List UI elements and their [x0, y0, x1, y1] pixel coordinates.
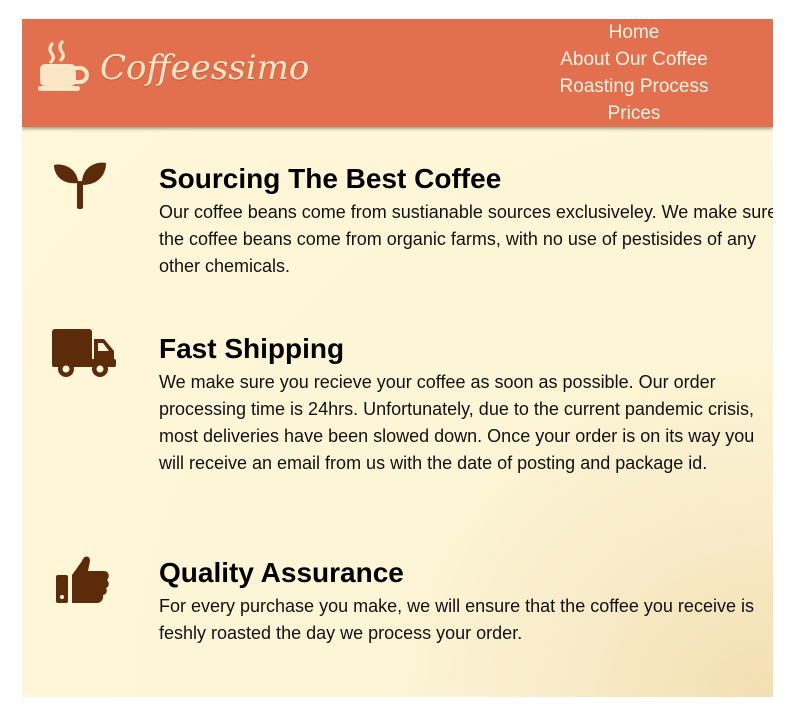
- feature-text: For every purchase you make, we will ens…: [159, 596, 754, 643]
- feature-title: Fast Shipping: [159, 333, 345, 364]
- brand-name: Coffeessimo: [100, 48, 310, 88]
- feature-title: Quality Assurance: [159, 557, 404, 588]
- thumbs-up-icon: [56, 556, 109, 603]
- main-nav: Home About Our Coffee Roasting Process P…: [534, 19, 734, 127]
- nav-link-roasting[interactable]: Roasting Process: [534, 73, 734, 100]
- site-header: Coffeessimo Home About Our Coffee Roasti…: [22, 19, 773, 127]
- nav-link-about[interactable]: About Our Coffee: [534, 46, 734, 73]
- nav-link-prices[interactable]: Prices: [534, 100, 734, 127]
- truck-icon: [52, 329, 116, 377]
- nav-link-home[interactable]: Home: [534, 19, 734, 46]
- coffee-cup-icon: [38, 40, 89, 91]
- logo[interactable]: Coffeessimo: [38, 37, 309, 97]
- feature-title: Sourcing The Best Coffee: [159, 163, 502, 194]
- seedling-icon: [54, 162, 106, 209]
- feature-text: We make sure you recieve your coffee as …: [159, 372, 755, 473]
- page-frame: Coffeessimo Home About Our Coffee Roasti…: [22, 19, 773, 697]
- feature-text: Our coffee beans come from sustianable s…: [159, 202, 773, 276]
